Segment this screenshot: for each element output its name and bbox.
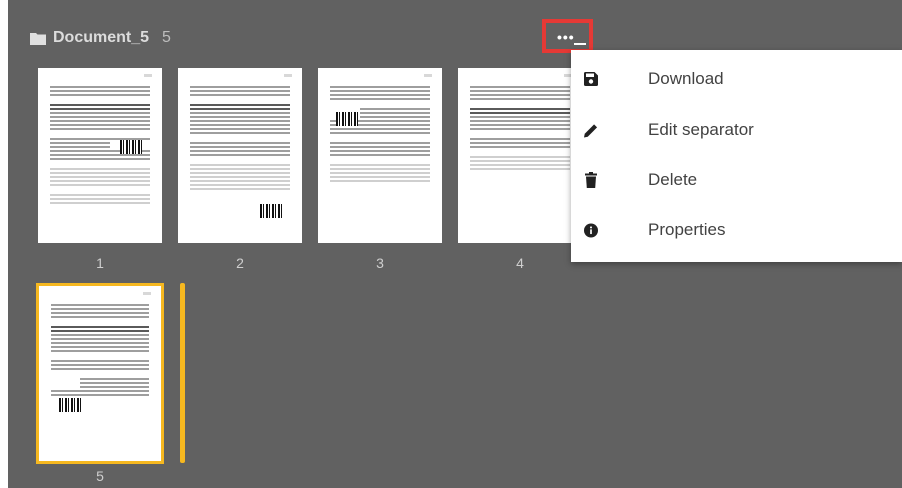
- page-thumbnail-2[interactable]: [178, 68, 302, 243]
- menu-item-label: Delete: [648, 170, 698, 189]
- barcode-icon: [336, 112, 358, 126]
- page-number: 3: [376, 255, 384, 271]
- page-number: 1: [96, 255, 104, 271]
- page-text-lines: [51, 304, 149, 398]
- menu-item-edit-separator[interactable]: Edit separator: [571, 110, 902, 150]
- folder-icon: [30, 32, 46, 45]
- menu-item-properties[interactable]: Properties: [571, 210, 902, 250]
- pencil-icon: [584, 122, 598, 138]
- page-text-lines: [190, 86, 290, 192]
- menu-item-delete[interactable]: Delete: [571, 160, 902, 200]
- more-options-button[interactable]: •••: [542, 19, 593, 53]
- page-thumbnail-3[interactable]: [318, 68, 442, 243]
- button-underline: [574, 43, 586, 45]
- insert-position-marker: [180, 283, 185, 463]
- page-corner-mark: [144, 74, 152, 77]
- barcode-icon: [120, 140, 142, 154]
- context-menu: Download Edit separator Delete Propertie…: [571, 50, 902, 262]
- page-text-lines: [470, 86, 570, 172]
- page-corner-mark: [424, 74, 432, 77]
- barcode-icon: [59, 398, 81, 412]
- save-icon: [584, 71, 598, 87]
- menu-item-label: Download: [648, 69, 724, 88]
- page-number: 4: [516, 255, 524, 271]
- page-count: 5: [162, 29, 171, 46]
- document-header: Document_5 5: [30, 28, 171, 48]
- page-thumbnail-5[interactable]: [36, 283, 164, 464]
- page-number: 2: [236, 255, 244, 271]
- menu-item-download[interactable]: Download: [571, 59, 902, 99]
- page-number: 5: [96, 468, 104, 484]
- trash-icon: [584, 172, 598, 188]
- menu-item-label: Properties: [648, 220, 726, 239]
- barcode-icon: [260, 204, 282, 218]
- menu-item-label: Edit separator: [648, 120, 754, 139]
- document-title[interactable]: Document_5: [53, 29, 149, 47]
- left-edge: [0, 0, 8, 488]
- page-thumbnail-1[interactable]: [38, 68, 162, 243]
- ellipsis-icon: •••: [557, 29, 575, 45]
- page-corner-mark: [284, 74, 292, 77]
- page-thumbnail-4[interactable]: [458, 68, 582, 243]
- page-text-lines: [330, 86, 430, 184]
- info-icon: [584, 222, 598, 238]
- page-corner-mark: [143, 292, 151, 295]
